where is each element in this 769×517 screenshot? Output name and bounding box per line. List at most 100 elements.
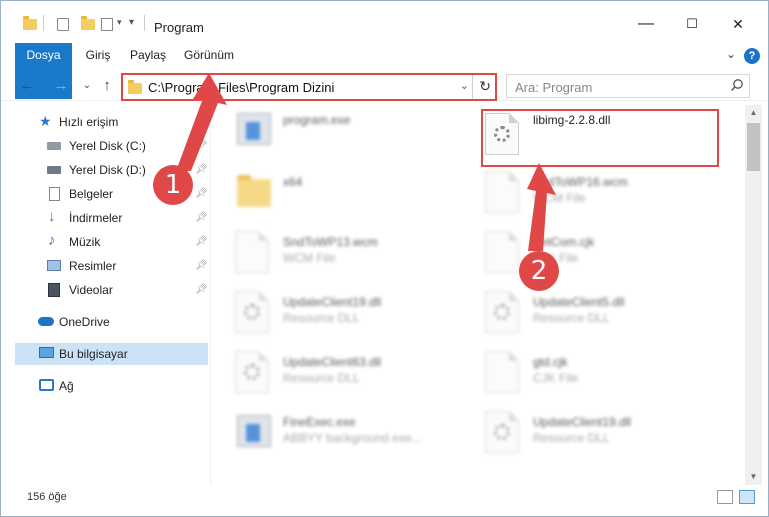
- document-icon: [49, 187, 60, 201]
- close-button[interactable]: ✕: [715, 9, 761, 39]
- up-button[interactable]: ↑: [97, 76, 117, 96]
- computer-icon: [39, 347, 54, 358]
- address-bar[interactable]: C:\Program Files\Program Dizini ⌄ ↻: [121, 73, 497, 101]
- maximize-button[interactable]: ☐: [669, 9, 715, 39]
- dll-icon: [235, 291, 269, 333]
- address-path: C:\Program Files\Program Dizini: [148, 80, 335, 95]
- tab-home[interactable]: Giriş: [81, 43, 115, 68]
- video-icon: [48, 283, 60, 297]
- list-item[interactable]: program.exe: [213, 105, 453, 161]
- list-item[interactable]: x64: [213, 167, 453, 223]
- sidebar-item-label: Müzik: [69, 235, 101, 249]
- drive-icon: [47, 142, 61, 150]
- sidebar-item-local-disk-c[interactable]: Yerel Disk (C:) 📌︎: [15, 135, 208, 157]
- new-folder-icon[interactable]: [81, 16, 95, 30]
- file-name: UpdateClient19.dll: [283, 295, 382, 309]
- sidebar-item-this-pc[interactable]: Bu bilgisayar: [15, 343, 208, 365]
- sidebar-item-network[interactable]: Ağ: [15, 375, 208, 397]
- search-placeholder: Ara: Program: [515, 80, 593, 95]
- sidebar-item-label: Yerel Disk (C:): [69, 139, 146, 153]
- gear-icon: [244, 304, 260, 320]
- file-type: ABBYY background exe...: [283, 431, 422, 445]
- navigation-pane: ★ Hızlı erişim Yerel Disk (C:) 📌︎ Yerel …: [1, 105, 211, 485]
- star-icon: ★: [39, 113, 52, 129]
- quick-access-toolbar-icon[interactable]: ▾: [129, 17, 134, 28]
- tab-view[interactable]: Görünüm: [181, 43, 237, 68]
- file-name: SndToWP13.wcm: [283, 235, 378, 249]
- file-type: Resource DLL: [283, 311, 360, 325]
- pin-icon[interactable]: 📌︎: [195, 231, 208, 253]
- scroll-down-icon[interactable]: ▼: [745, 469, 762, 485]
- large-icons-view-icon[interactable]: [739, 490, 755, 504]
- network-icon: [39, 379, 54, 391]
- status-bar: 156 öğe: [1, 485, 768, 516]
- pin-icon[interactable]: 📌︎: [195, 135, 208, 157]
- list-item[interactable]: UpdateClient19.dll Resource DLL: [213, 287, 453, 343]
- folder-icon: [237, 175, 271, 207]
- pin-icon[interactable]: 📌︎: [195, 159, 208, 181]
- sidebar-item-label: Belgeler: [69, 187, 114, 201]
- sidebar-item-quick-access[interactable]: ★ Hızlı erişim: [15, 111, 208, 133]
- step-badge-1: 1: [153, 165, 193, 205]
- list-item[interactable]: SndToWP13.wcm WCM File: [213, 227, 453, 283]
- sidebar-item-onedrive[interactable]: OneDrive: [15, 311, 208, 333]
- help-icon[interactable]: ?: [744, 48, 760, 64]
- pin-icon[interactable]: 📌︎: [195, 183, 208, 205]
- sidebar-item-music[interactable]: ♪ Müzik 📌︎: [15, 231, 208, 253]
- list-item[interactable]: UpdateClient5.dll Resource DLL: [463, 287, 703, 343]
- divider: [472, 75, 473, 99]
- dll-icon: [485, 411, 519, 453]
- pin-icon[interactable]: 📌︎: [195, 207, 208, 229]
- sidebar-item-label: İndirmeler: [69, 211, 123, 225]
- gear-icon: [494, 424, 510, 440]
- scroll-up-icon[interactable]: ▲: [745, 105, 762, 121]
- sidebar-item-pictures[interactable]: Resimler 📌︎: [15, 255, 208, 277]
- customize-icon[interactable]: [101, 18, 113, 31]
- sidebar-item-videos[interactable]: Videolar 📌︎: [15, 279, 208, 301]
- search-input[interactable]: Ara: Program: [506, 74, 750, 98]
- sidebar-item-label: OneDrive: [59, 315, 110, 329]
- search-icon[interactable]: [730, 78, 744, 92]
- recent-locations-button[interactable]: ⌄: [77, 76, 97, 96]
- drive-icon: [47, 166, 61, 174]
- properties-icon[interactable]: [57, 18, 69, 31]
- sidebar-item-label: Yerel Disk (D:): [69, 163, 146, 177]
- refresh-icon[interactable]: ↻: [479, 78, 491, 95]
- file-name: UpdateClient63.dll: [283, 355, 382, 369]
- minimize-button[interactable]: —: [623, 9, 669, 39]
- navigation-bar: ← → ⌄ ↑ C:\Program Files\Program Dizini …: [1, 71, 768, 101]
- vertical-scrollbar[interactable]: ▲ ▼: [745, 105, 762, 485]
- chevron-down-icon[interactable]: ▾: [117, 17, 122, 28]
- file-type: Resource DLL: [533, 431, 610, 445]
- sidebar-item-downloads[interactable]: ↓ İndirmeler 📌︎: [15, 207, 208, 229]
- pin-icon[interactable]: 📌︎: [195, 255, 208, 277]
- pictures-icon: [47, 260, 61, 271]
- list-item[interactable]: SndToWP16.wcm WCM File: [463, 167, 703, 223]
- details-view-icon[interactable]: [717, 490, 733, 504]
- forward-button[interactable]: →: [51, 76, 71, 96]
- list-item[interactable]: FineExec.exe ABBYY background exe...: [213, 407, 453, 463]
- file-type: CJK File: [533, 371, 579, 385]
- chevron-down-icon[interactable]: ⌄: [460, 79, 469, 92]
- list-item[interactable]: gtd.cjk CJK File: [463, 347, 703, 403]
- tab-share[interactable]: Paylaş: [125, 43, 171, 68]
- window-title: Program: [154, 20, 204, 35]
- file-icon: [485, 351, 519, 393]
- scroll-thumb[interactable]: [747, 123, 760, 171]
- list-item[interactable]: UpdateClient19.dll Resource DLL: [463, 407, 703, 463]
- ribbon: Dosya Giriş Paylaş Görünüm ⌄ ?: [1, 43, 768, 99]
- file-name: gtd.cjk: [533, 355, 568, 369]
- cloud-icon: [38, 317, 54, 326]
- pin-icon[interactable]: 📌︎: [195, 279, 208, 301]
- list-item[interactable]: SetCom.cjk CJK File: [463, 227, 703, 283]
- divider: [43, 15, 44, 31]
- expand-ribbon-icon[interactable]: ⌄: [726, 47, 736, 61]
- step-badge-2: 2: [519, 251, 559, 291]
- sidebar-item-label: Videolar: [69, 283, 113, 297]
- file-name: x64: [283, 175, 303, 189]
- file-name: SndToWP16.wcm: [533, 175, 628, 189]
- divider: [144, 15, 145, 31]
- back-button[interactable]: ←: [17, 76, 37, 96]
- list-item[interactable]: UpdateClient63.dll Resource DLL: [213, 347, 453, 403]
- file-icon: [485, 231, 519, 273]
